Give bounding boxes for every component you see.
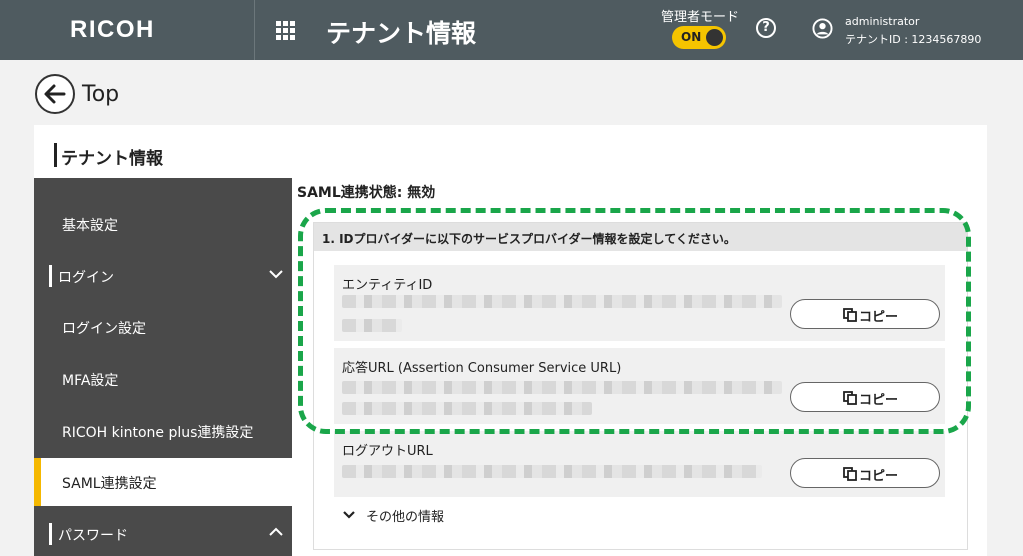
panel-title: テナント情報	[61, 149, 163, 169]
logout-url-value	[342, 465, 762, 478]
copy-icon	[843, 467, 857, 481]
sidebar-group-password[interactable]: パスワード	[34, 510, 292, 556]
chevron-down-icon[interactable]	[342, 509, 356, 521]
chevron-down-icon	[269, 270, 283, 279]
sidebar-item-label: SAML連携設定	[62, 476, 157, 492]
sidebar-item-basic-settings[interactable]: 基本設定	[34, 200, 292, 248]
logout-url-label: ログアウトURL	[342, 444, 433, 459]
highlight-annotation	[298, 208, 971, 434]
title-accent-bar	[54, 143, 57, 167]
active-indicator	[34, 458, 41, 506]
sidebar-item-label: RICOH kintone plus連携設定	[62, 425, 254, 441]
app-header: RICOH テナント情報 管理者モード ON ? administrator テ…	[0, 0, 1023, 60]
sidebar-item-label: MFA設定	[62, 373, 119, 389]
group-accent-bar	[49, 523, 52, 545]
other-info-toggle[interactable]: その他の情報	[366, 506, 444, 525]
group-accent-bar	[49, 265, 52, 287]
user-account-icon[interactable]	[812, 18, 833, 39]
logout-url-row: ログアウトURL コピー	[334, 431, 945, 497]
sidebar-item-mfa-settings[interactable]: MFA設定	[34, 355, 292, 403]
header-divider	[254, 0, 255, 60]
admin-mode-toggle[interactable]: ON	[672, 26, 726, 49]
chevron-up-icon	[269, 527, 283, 536]
ricoh-logo: RICOH	[70, 16, 155, 43]
sidebar-group-login[interactable]: ログイン	[34, 252, 292, 300]
tenant-id: テナントID : 1234567890	[845, 33, 982, 46]
back-button[interactable]	[35, 74, 75, 114]
help-icon[interactable]: ?	[756, 18, 776, 38]
sidebar-item-label: パスワード	[58, 528, 128, 544]
sidebar-item-saml-settings[interactable]: SAML連携設定	[34, 458, 292, 506]
copy-logout-url-button[interactable]: コピー	[790, 458, 940, 488]
page-title: テナント情報	[326, 19, 477, 48]
toggle-state-label: ON	[681, 30, 702, 44]
sidebar-item-label: ログイン	[58, 270, 114, 286]
settings-sidebar: 基本設定 ログイン ログイン設定 MFA設定 RICOH kintone plu…	[34, 178, 292, 556]
copy-label: コピー	[859, 469, 899, 484]
sidebar-item-login-settings[interactable]: ログイン設定	[34, 303, 292, 351]
saml-status: SAML連携状態: 無効	[297, 185, 436, 201]
back-link-label[interactable]: Top	[82, 82, 119, 107]
sidebar-item-label: 基本設定	[62, 218, 118, 234]
sidebar-item-label: ログイン設定	[62, 321, 146, 337]
arrow-left-icon	[44, 84, 66, 104]
admin-mode-label: 管理者モード	[661, 10, 740, 25]
user-name: administrator	[845, 15, 920, 28]
sidebar-item-kintone-settings[interactable]: RICOH kintone plus連携設定	[34, 407, 292, 455]
app-grid-icon[interactable]	[276, 21, 295, 40]
toggle-knob	[706, 29, 723, 46]
